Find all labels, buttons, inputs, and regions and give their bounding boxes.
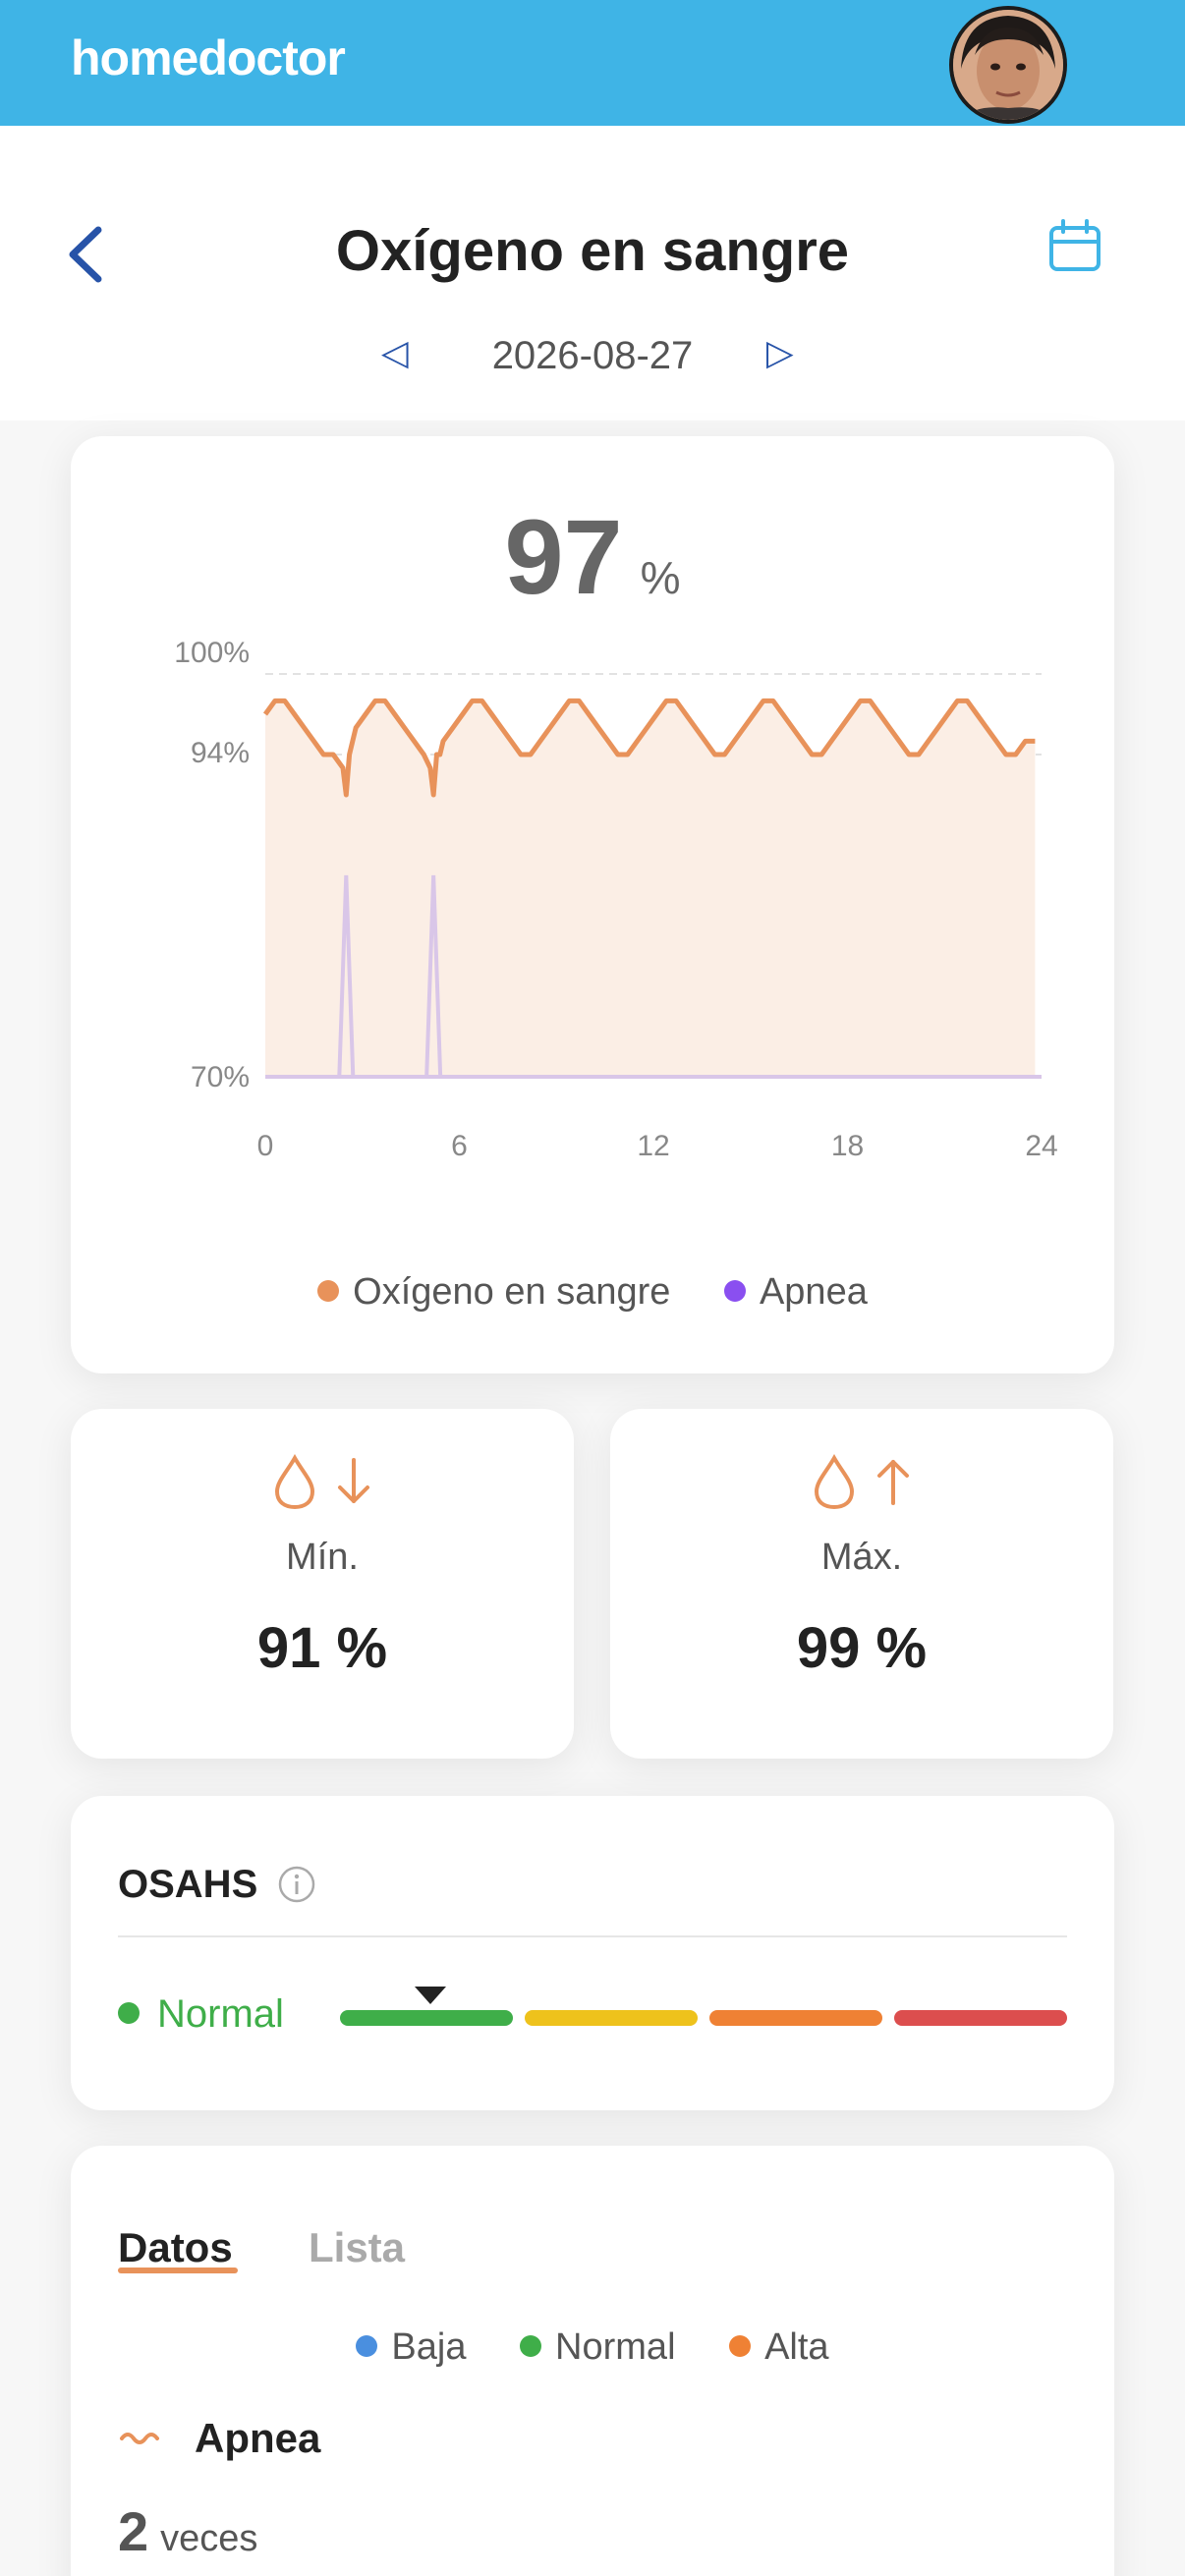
osahs-divider [118,1935,1067,1937]
oxygen-area-chart: 100% 94% 70% 0 6 12 18 24 [174,637,1057,1162]
legend-item-normal: Normal [520,2326,676,2369]
top-bar: homedoctor [0,0,1185,126]
severity-segment-moderate [709,2010,882,2026]
user-avatar[interactable] [949,6,1067,124]
legend-dot-apnea [723,1279,746,1302]
apnea-count-unit: veces [160,2518,258,2559]
legend-item-alta: Alta [729,2326,829,2369]
app-logo: homedoctor [71,30,346,85]
min-card: Mín. 91 % [71,1409,574,1759]
max-icons [610,1452,1113,1516]
legend-label-oxygen: Oxígeno en sangre [353,1271,671,1313]
max-value: 99 % [796,1616,928,1680]
current-date: 2026-08-27 [491,334,694,377]
drop-icon [814,1453,855,1510]
min-icons [71,1452,574,1516]
current-value-number: 97 [504,497,623,616]
legend-label-apnea: Apnea [759,1271,868,1313]
legend-label-baja: Baja [391,2326,467,2368]
arrow-down-icon [338,1458,369,1503]
oxygen-chart-card: 97% 100% 94% 70% 0 6 12 18 24 Oxígeno en sangre… [71,436,1114,1373]
apnea-count-number: 2 [118,2500,149,2562]
tab-datos[interactable]: Datos [118,2224,233,2271]
x-tick-label: 24 [1025,1130,1057,1162]
arrow-up-icon [877,1460,909,1505]
apnea-header [118,2413,167,2472]
data-card: Datos Lista Baja Normal Alta Apnea 2 vece… [71,2146,1114,2576]
oxygen-area-fill [265,700,1036,1077]
y-tick-label: 100% [174,637,250,669]
legend-dot-oxygen [317,1279,340,1302]
severity-segment-mild [525,2010,698,2026]
apnea-count: 2 veces [118,2499,257,2563]
date-navigator: ◁ 2026-08-27 ▷ [0,332,1185,391]
triangle-right-icon[interactable]: ▷ [766,332,794,373]
legend-item-baja: Baja [356,2326,466,2369]
osahs-card: OSAHS Normal [71,1796,1114,2110]
wave-icon [120,2433,159,2444]
info-icon[interactable] [277,1865,316,1904]
severity-segment-normal [340,2010,513,2026]
min-value: 91 % [256,1616,388,1680]
current-value-unit: % [640,552,681,603]
min-label: Mín. [286,1537,359,1578]
osahs-title: OSAHS [118,1863,258,1906]
severity-marker [415,1987,446,2004]
x-tick-label: 18 [831,1130,864,1162]
calendar-button[interactable] [1045,216,1104,275]
current-value: 97% [71,495,1114,618]
legend-label-normal: Normal [555,2326,676,2368]
y-tick-label: 94% [191,737,250,769]
legend-dot-normal [520,2334,542,2357]
max-label: Máx. [820,1537,903,1578]
x-tick-label: 0 [257,1130,274,1162]
osahs-status-label: Normal [157,1992,284,2036]
y-tick-label: 70% [191,1061,250,1093]
max-card: Máx. 99 % [610,1409,1113,1759]
status-dot [118,2002,140,2024]
range-legend: Baja Normal Alta [71,2326,1114,2369]
calendar-icon [1049,219,1100,271]
avatar-image [953,10,1063,120]
severity-segment-severe [894,2010,1067,2026]
osahs-status: Normal [118,1992,284,2037]
x-tick-label: 12 [637,1130,669,1162]
active-tab-indicator [118,2268,238,2273]
x-tick-label: 6 [451,1130,468,1162]
page-title: Oxígeno en sangre [335,219,850,283]
tab-lista[interactable]: Lista [309,2224,405,2271]
drop-icon [274,1453,315,1510]
legend-item-oxygen: Oxígeno en sangre [317,1271,670,1314]
legend-dot-baja [356,2334,378,2357]
legend-dot-alta [729,2334,752,2357]
chart-legend: Oxígeno en sangre Apnea [71,1271,1114,1314]
apnea-title: Apnea [195,2415,321,2461]
legend-label-alta: Alta [764,2326,829,2368]
legend-item-apnea: Apnea [723,1271,868,1314]
